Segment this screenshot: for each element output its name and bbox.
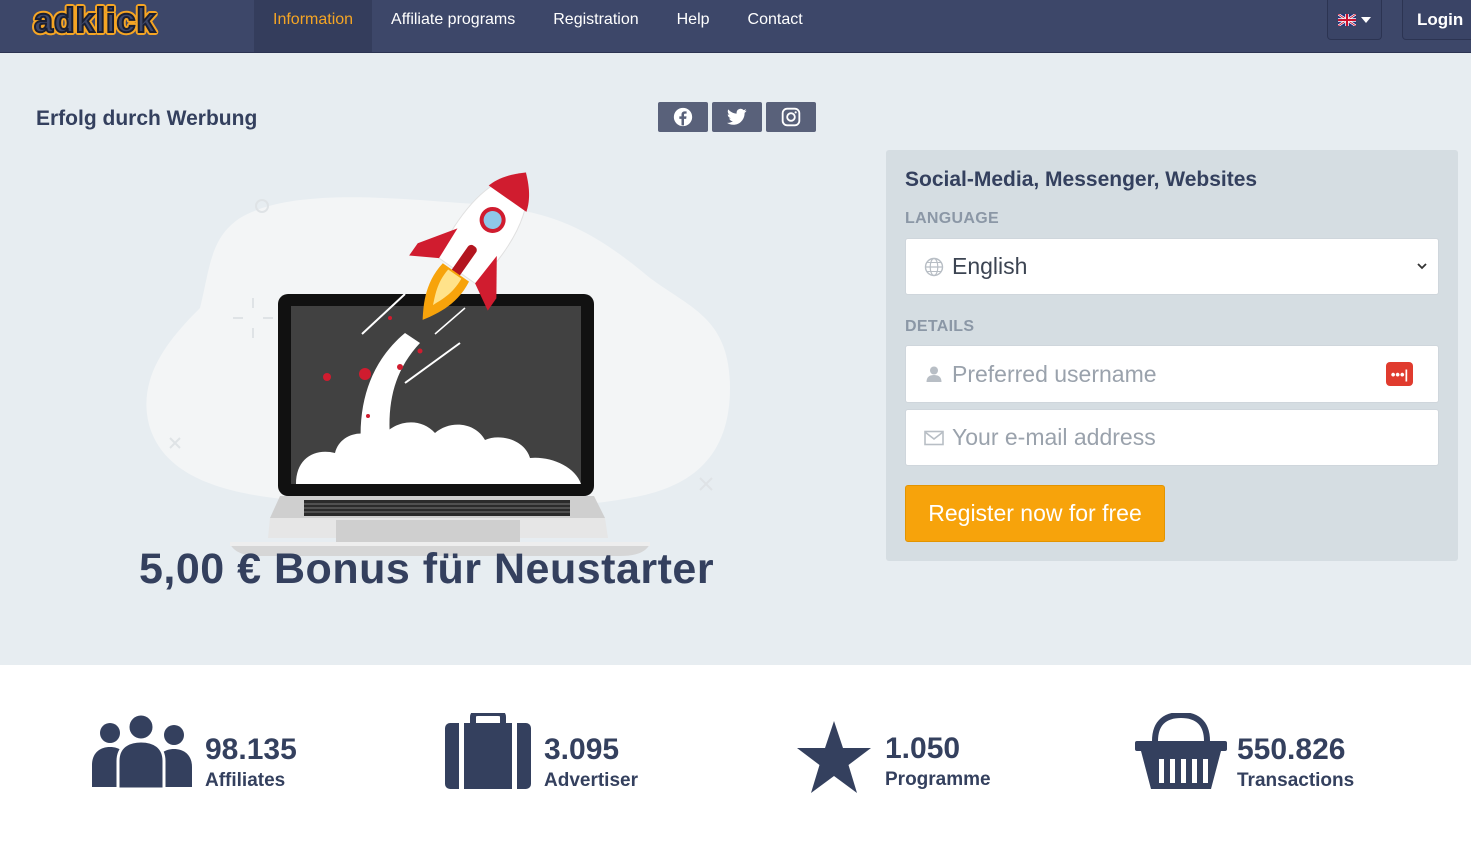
stat-programme-value: 1.050 bbox=[885, 732, 961, 765]
stat-programme-label: Programme bbox=[885, 769, 991, 790]
register-panel: Social-Media, Messenger, Websites LANGUA… bbox=[886, 150, 1458, 561]
details-label: DETAILS bbox=[905, 318, 975, 335]
stat-transactions: 550.826 Transactions bbox=[1135, 713, 1385, 793]
adklick-logo[interactable]: adklick adklick bbox=[30, 4, 230, 40]
star-icon bbox=[797, 721, 871, 793]
stat-affiliates-value: 98.135 bbox=[205, 733, 297, 766]
main-nav: Information Affiliate programs Registrat… bbox=[254, 0, 822, 52]
language-label: LANGUAGE bbox=[905, 210, 999, 227]
nav-help[interactable]: Help bbox=[658, 0, 729, 42]
hero-tagline: Erfolg durch Werbung bbox=[36, 107, 258, 130]
nav-registration[interactable]: Registration bbox=[534, 0, 657, 42]
users-icon bbox=[92, 713, 192, 789]
twitter-button[interactable] bbox=[712, 102, 762, 132]
nav-information[interactable]: Information bbox=[254, 0, 373, 52]
email-placeholder: Your e-mail address bbox=[952, 424, 1156, 450]
instagram-icon bbox=[781, 107, 801, 127]
nav-contact[interactable]: Contact bbox=[729, 0, 822, 42]
language-switcher[interactable] bbox=[1327, 0, 1382, 40]
uk-flag-icon bbox=[1338, 13, 1356, 26]
social-links bbox=[658, 102, 816, 132]
username-input[interactable]: Preferred username •••| bbox=[905, 345, 1439, 403]
stat-advertiser-value: 3.095 bbox=[544, 733, 620, 766]
register-button[interactable]: Register now for free bbox=[905, 485, 1165, 542]
basket-icon bbox=[1135, 713, 1227, 789]
rocket-laptop-illustration bbox=[146, 171, 730, 556]
bonus-headline: 5,00 € Bonus für Neustarter bbox=[139, 545, 715, 593]
stat-affiliates: 98.135 Affiliates bbox=[92, 713, 322, 793]
svg-text:adklick: adklick bbox=[34, 4, 156, 40]
top-navbar: adklick adklick Information Affiliate pr… bbox=[0, 0, 1471, 53]
hero-section: Erfolg durch Werbung 5,00 € Bonus für Ne… bbox=[0, 53, 1471, 665]
user-icon bbox=[924, 364, 944, 384]
language-select-value: English bbox=[952, 253, 1028, 279]
stat-advertiser-label: Advertiser bbox=[544, 770, 638, 791]
facebook-icon bbox=[673, 107, 693, 127]
twitter-icon bbox=[727, 108, 747, 125]
stat-advertiser: 3.095 Advertiser bbox=[445, 713, 675, 793]
stats-section: 98.135 Affiliates 3.095 Advertiser 1.050… bbox=[0, 665, 1471, 846]
facebook-button[interactable] bbox=[658, 102, 708, 132]
login-button[interactable]: Login bbox=[1402, 0, 1471, 40]
caret-down-icon bbox=[1361, 16, 1371, 23]
envelope-icon bbox=[924, 428, 944, 448]
email-input[interactable]: Your e-mail address bbox=[905, 409, 1439, 466]
stat-transactions-label: Transactions bbox=[1237, 770, 1355, 791]
chevron-down-icon bbox=[1417, 263, 1427, 270]
stat-transactions-value: 550.826 bbox=[1237, 733, 1346, 766]
register-title: Social-Media, Messenger, Websites bbox=[905, 168, 1258, 191]
stat-affiliates-label: Affiliates bbox=[205, 770, 286, 791]
globe-icon bbox=[924, 257, 944, 277]
stat-programme: 1.050 Programme bbox=[797, 713, 1027, 793]
password-manager-icon[interactable]: •••| bbox=[1386, 362, 1413, 386]
username-placeholder: Preferred username bbox=[952, 360, 1157, 387]
nav-affiliate-programs[interactable]: Affiliate programs bbox=[372, 0, 534, 42]
instagram-button[interactable] bbox=[766, 102, 816, 132]
language-select[interactable]: English bbox=[905, 238, 1439, 295]
briefcase-icon bbox=[445, 713, 531, 789]
